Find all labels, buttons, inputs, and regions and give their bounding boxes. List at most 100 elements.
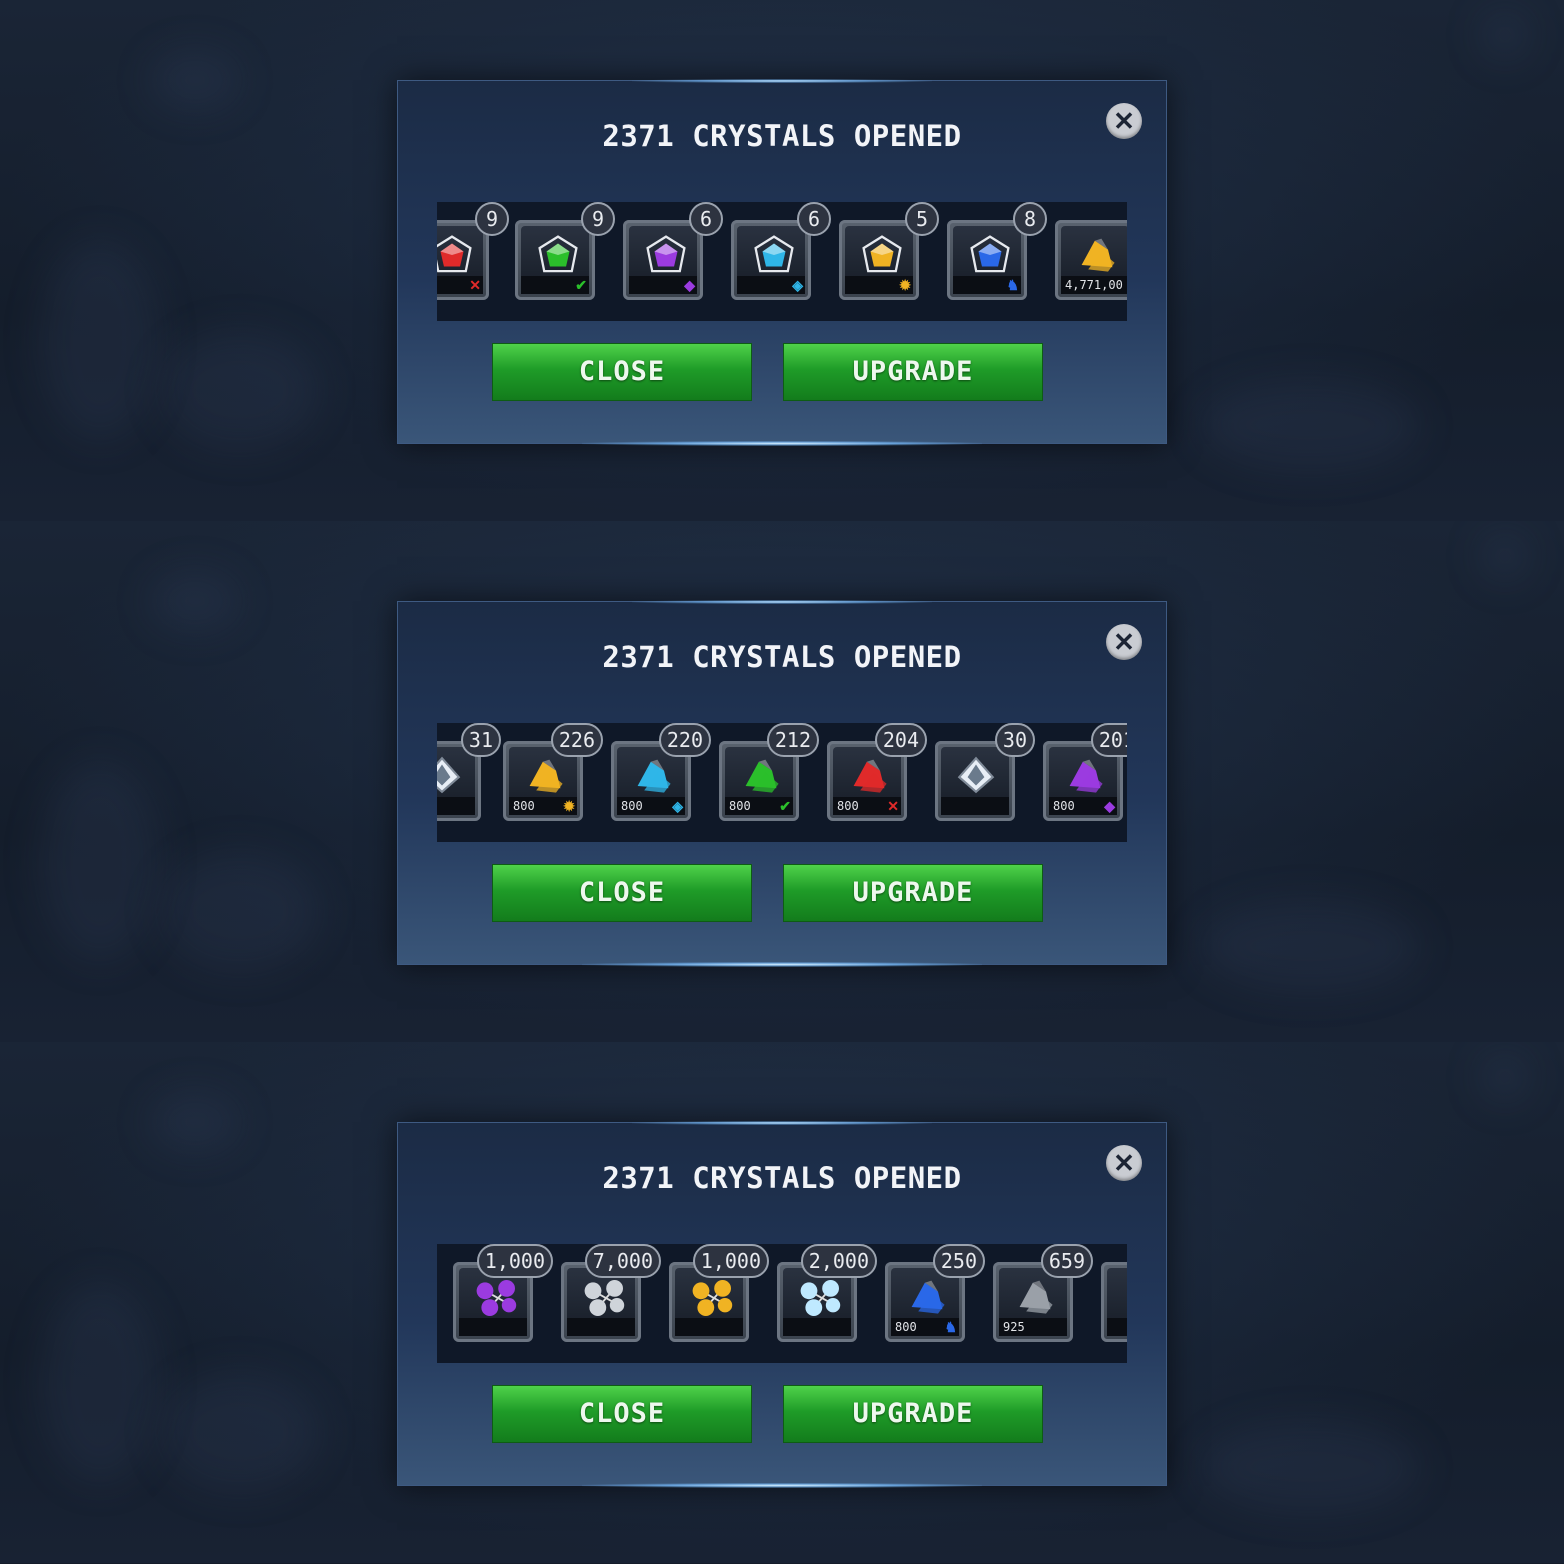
game-screen-panel: 2371 CRYSTALS OPENED ✕ 31 800 ✹ 226 800 ◈ 220 800… <box>0 521 1564 1042</box>
background-blur <box>1200 901 1420 991</box>
dialog-title: 2371 CRYSTALS OPENED <box>602 119 962 153</box>
close-icon[interactable]: ✕ <box>1106 103 1142 139</box>
science-class-icon: ♞ <box>1006 277 1019 293</box>
background-blur <box>160 330 320 450</box>
upgrade-button[interactable]: UPGRADE <box>783 343 1043 401</box>
white-shard-icon <box>437 755 461 794</box>
dialog-title: 2371 CRYSTALS OPENED <box>602 640 962 674</box>
reward-count-badge: 212 <box>766 723 819 757</box>
reward-item[interactable]: 7,000 <box>561 1244 661 1344</box>
mutant-class-icon: ✕ <box>887 798 899 814</box>
crystals-opened-dialog: 2371 CRYSTALS OPENED ✕ ✕ 9 ✔ 9 ◆ 6 ◈ 6 ✹ 5 ♞ 8 4,771,0… <box>397 79 1167 446</box>
science-class-icon: ♞ <box>944 1319 957 1335</box>
reward-count-badge: 5 <box>905 202 939 236</box>
reward-count-badge: 9 <box>475 202 509 236</box>
cosmic-class-icon: ◈ <box>672 798 683 814</box>
reward-item[interactable]: 800 ♞ 250 <box>885 1244 985 1344</box>
light-blue-orbs-icon <box>797 1276 841 1316</box>
reward-item[interactable]: ♞ 8 <box>947 202 1047 302</box>
grey-shards-icon <box>1013 1276 1053 1314</box>
reward-count-badge: 9 <box>581 202 615 236</box>
mutant-class-icon: ✕ <box>469 277 481 293</box>
purple-catalyst-icon <box>1063 755 1103 793</box>
gold-orbs-icon <box>689 1276 733 1316</box>
reward-item[interactable]: 30 <box>935 723 1035 823</box>
rewards-strip[interactable]: 31800✹226800◈220800✔212800✕20430800◆201 <box>437 723 1127 842</box>
close-button[interactable]: CLOSE <box>492 343 752 401</box>
reward-item[interactable]: 31 <box>437 723 501 823</box>
blue-catalyst-icon <box>905 1276 945 1314</box>
crystals-opened-dialog: 2371 CRYSTALS OPENED ✕ 1,000 7,000 1,000 2,00… <box>397 1121 1167 1488</box>
background-blur <box>40 240 160 440</box>
reward-amount-label <box>459 1318 527 1336</box>
green-crystal-icon <box>535 234 578 273</box>
reward-item[interactable]: 800◆201 <box>1043 723 1127 823</box>
reward-count-badge: 6 <box>689 202 723 236</box>
mystic-class-icon: ◆ <box>684 277 695 293</box>
reward-item[interactable]: ✕ 9 <box>437 202 509 302</box>
reward-count-badge: 201 <box>1090 723 1127 757</box>
cyan-catalyst-icon <box>631 755 671 793</box>
background-blur <box>1200 1422 1420 1512</box>
tech-class-icon: ✹ <box>899 277 911 293</box>
reward-amount-label <box>783 1318 851 1336</box>
silver-orbs-icon <box>581 1276 625 1316</box>
game-screen-panel: 2371 CRYSTALS OPENED ✕ ✕ 9 ✔ 9 ◆ 6 ◈ 6 ✹ 5 ♞ 8 4,771,0… <box>0 0 1564 521</box>
skill-class-icon: ✔ <box>779 798 791 814</box>
reward-count-badge: 204 <box>874 723 927 757</box>
reward-item[interactable]: ✹ 5 <box>839 202 939 302</box>
background-blur <box>1480 10 1530 60</box>
yellow-crystal-icon <box>859 234 902 273</box>
reward-item[interactable]: 2,000 <box>777 1244 877 1344</box>
reward-item[interactable] <box>1101 1262 1127 1344</box>
cyan-crystal-icon <box>751 234 794 273</box>
reward-count-badge: 1,000 <box>476 1244 553 1278</box>
close-icon[interactable]: ✕ <box>1106 624 1142 660</box>
reward-item[interactable]: 800 ✕ 204 <box>827 723 927 823</box>
purple-orbs-icon <box>473 1276 517 1316</box>
purple-crystal-icon <box>643 234 686 273</box>
reward-amount-label <box>1107 1318 1127 1336</box>
reward-item[interactable]: ✔ 9 <box>515 202 615 302</box>
reward-amount-label <box>437 797 475 815</box>
reward-count-badge: 2,000 <box>800 1244 877 1278</box>
reward-item[interactable]: 925 659 <box>993 1244 1093 1344</box>
red-crystal-icon <box>437 234 472 273</box>
reward-amount-label <box>941 797 1009 815</box>
reward-count-badge: 6 <box>797 202 831 236</box>
reward-count-badge: 250 <box>932 1244 985 1278</box>
blue-crystal-icon <box>967 234 1010 273</box>
upgrade-button[interactable]: UPGRADE <box>783 864 1043 922</box>
reward-item[interactable]: 800 ◈ 220 <box>611 723 711 823</box>
reward-count-badge: 1,000 <box>692 1244 769 1278</box>
background-blur <box>150 50 240 110</box>
reward-item[interactable]: 1,000 <box>669 1244 769 1344</box>
reward-item[interactable]: 800 ✔ 212 <box>719 723 819 823</box>
background-blur <box>1480 1052 1530 1102</box>
reward-item[interactable]: 4,771,00 <box>1055 220 1127 302</box>
background-blur <box>150 1092 240 1152</box>
reward-count-badge: 30 <box>994 723 1035 757</box>
crystals-opened-dialog: 2371 CRYSTALS OPENED ✕ 31 800 ✹ 226 800 ◈ 220 800… <box>397 600 1167 967</box>
reward-item[interactable]: ◆ 6 <box>623 202 723 302</box>
background-blur <box>40 761 160 961</box>
background-blur <box>40 1282 160 1482</box>
upgrade-button[interactable]: UPGRADE <box>783 1385 1043 1443</box>
close-button[interactable]: CLOSE <box>492 1385 752 1443</box>
close-button[interactable]: CLOSE <box>492 864 752 922</box>
rewards-strip[interactable]: 1,000 7,000 1,000 2,000 800 ♞ 250 925 659 <box>437 1244 1127 1363</box>
reward-item[interactable]: 1,000 <box>453 1244 553 1344</box>
close-icon[interactable]: ✕ <box>1106 1145 1142 1181</box>
reward-count-badge: 8 <box>1013 202 1047 236</box>
mystic-class-icon: ◆ <box>1104 798 1115 814</box>
background-blur <box>150 571 240 631</box>
cosmic-class-icon: ◈ <box>792 277 803 293</box>
reward-count-badge: 7,000 <box>584 1244 661 1278</box>
reward-amount-label <box>675 1318 743 1336</box>
skill-class-icon: ✔ <box>575 277 587 293</box>
rewards-strip[interactable]: ✕ 9 ✔ 9 ◆ 6 ◈ 6 ✹ 5 ♞ 8 4,771,00 <box>437 202 1127 321</box>
background-blur <box>1200 380 1420 470</box>
reward-item[interactable]: 800 ✹ 226 <box>503 723 603 823</box>
reward-item[interactable]: ◈ 6 <box>731 202 831 302</box>
reward-count-badge: 220 <box>658 723 711 757</box>
